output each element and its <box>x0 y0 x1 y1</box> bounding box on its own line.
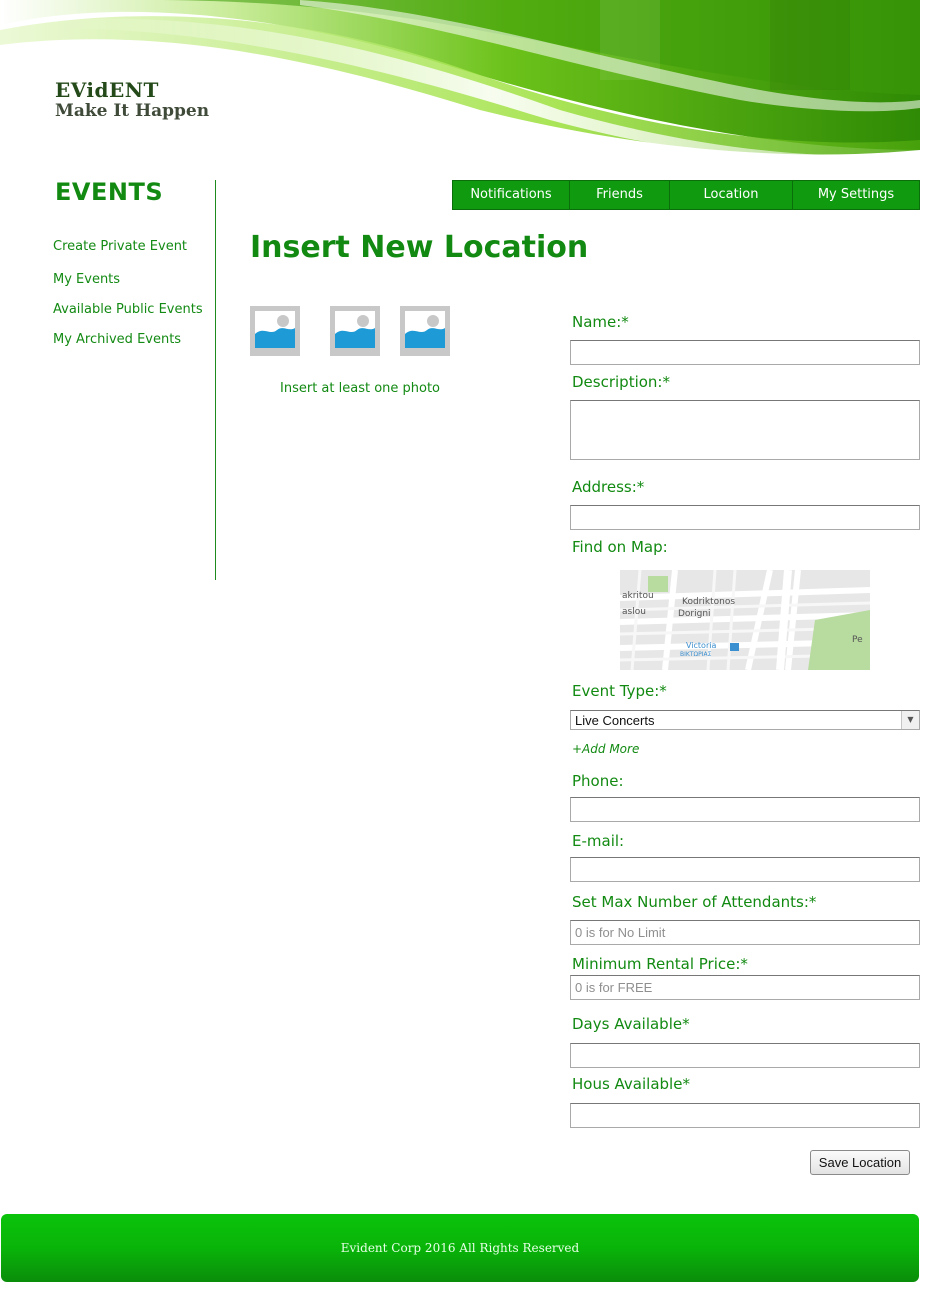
name-label: Name:* <box>572 313 629 331</box>
photo-upload-slot-3[interactable] <box>400 306 450 356</box>
description-label: Description:* <box>572 373 670 391</box>
sidebar-title: EVENTS <box>55 178 164 206</box>
days-available-label: Days Available* <box>572 1015 690 1033</box>
hours-available-label: Hous Available* <box>572 1075 690 1093</box>
image-placeholder-icon <box>400 306 450 356</box>
location-map[interactable]: Kodriktonos Dorigni akritou aslou Victor… <box>620 570 870 670</box>
nav-item-friends[interactable]: Friends <box>570 181 670 209</box>
map-street-label: Kodriktonos <box>682 597 735 607</box>
address-input[interactable] <box>570 505 920 530</box>
hours-available-input[interactable] <box>570 1103 920 1128</box>
top-nav: Notifications Friends Location My Settin… <box>452 180 920 210</box>
min-price-input[interactable] <box>570 975 920 1000</box>
email-label: E-mail: <box>572 832 625 850</box>
event-type-selected-value: Live Concerts <box>575 713 655 728</box>
map-image: Kodriktonos Dorigni akritou aslou Victor… <box>620 570 870 670</box>
add-more-link[interactable]: +Add More <box>572 742 639 756</box>
footer-copyright: Evident Corp 2016 All Rights Reserved <box>340 1241 580 1255</box>
address-label: Address:* <box>572 478 645 496</box>
map-street-label: aslou <box>622 607 646 617</box>
metro-icon <box>730 643 739 651</box>
photo-hint-text: Insert at least one photo <box>280 381 441 396</box>
phone-input[interactable] <box>570 797 920 822</box>
sidebar-item-my-archived-events[interactable]: My Archived Events <box>53 332 181 347</box>
photo-upload-slot-2[interactable] <box>330 306 380 356</box>
event-type-label: Event Type:* <box>572 682 667 700</box>
map-street-label: Dorigni <box>678 609 711 619</box>
map-station-label: Victoria <box>686 641 716 650</box>
nav-item-notifications[interactable]: Notifications <box>453 181 570 209</box>
description-textarea[interactable] <box>570 400 920 460</box>
phone-label: Phone: <box>572 772 624 790</box>
sidebar-item-create-private-event[interactable]: Create Private Event <box>53 239 187 254</box>
map-station-label: ΒΙΚΤΩΡΙΑΣ <box>680 651 712 658</box>
days-available-input[interactable] <box>570 1043 920 1068</box>
map-street-label: Pe <box>852 635 863 645</box>
nav-item-location[interactable]: Location <box>670 181 793 209</box>
max-attendants-label: Set Max Number of Attendants:* <box>572 893 817 911</box>
nav-item-my-settings[interactable]: My Settings <box>793 181 919 209</box>
name-input[interactable] <box>570 340 920 365</box>
save-location-button[interactable]: Save Location <box>810 1150 910 1175</box>
photo-upload-slot-1[interactable] <box>250 306 300 356</box>
sidebar-item-my-events[interactable]: My Events <box>53 272 120 287</box>
sidebar-item-available-public-events[interactable]: Available Public Events <box>53 302 203 317</box>
page-title: Insert New Location <box>250 230 589 265</box>
map-label: Find on Map: <box>572 538 668 556</box>
dropdown-arrow-icon: ▼ <box>901 711 919 729</box>
sidebar-divider <box>215 180 216 580</box>
map-street-label: akritou <box>622 591 654 601</box>
image-placeholder-icon <box>330 306 380 356</box>
image-placeholder-icon <box>250 306 300 356</box>
min-price-label: Minimum Rental Price:* <box>572 955 748 973</box>
brand-name: EVidENT <box>55 78 159 102</box>
max-attendants-input[interactable] <box>570 920 920 945</box>
event-type-select[interactable]: Live Concerts ▼ <box>570 710 920 730</box>
brand-tagline: Make It Happen <box>55 101 210 121</box>
email-input[interactable] <box>570 857 920 882</box>
